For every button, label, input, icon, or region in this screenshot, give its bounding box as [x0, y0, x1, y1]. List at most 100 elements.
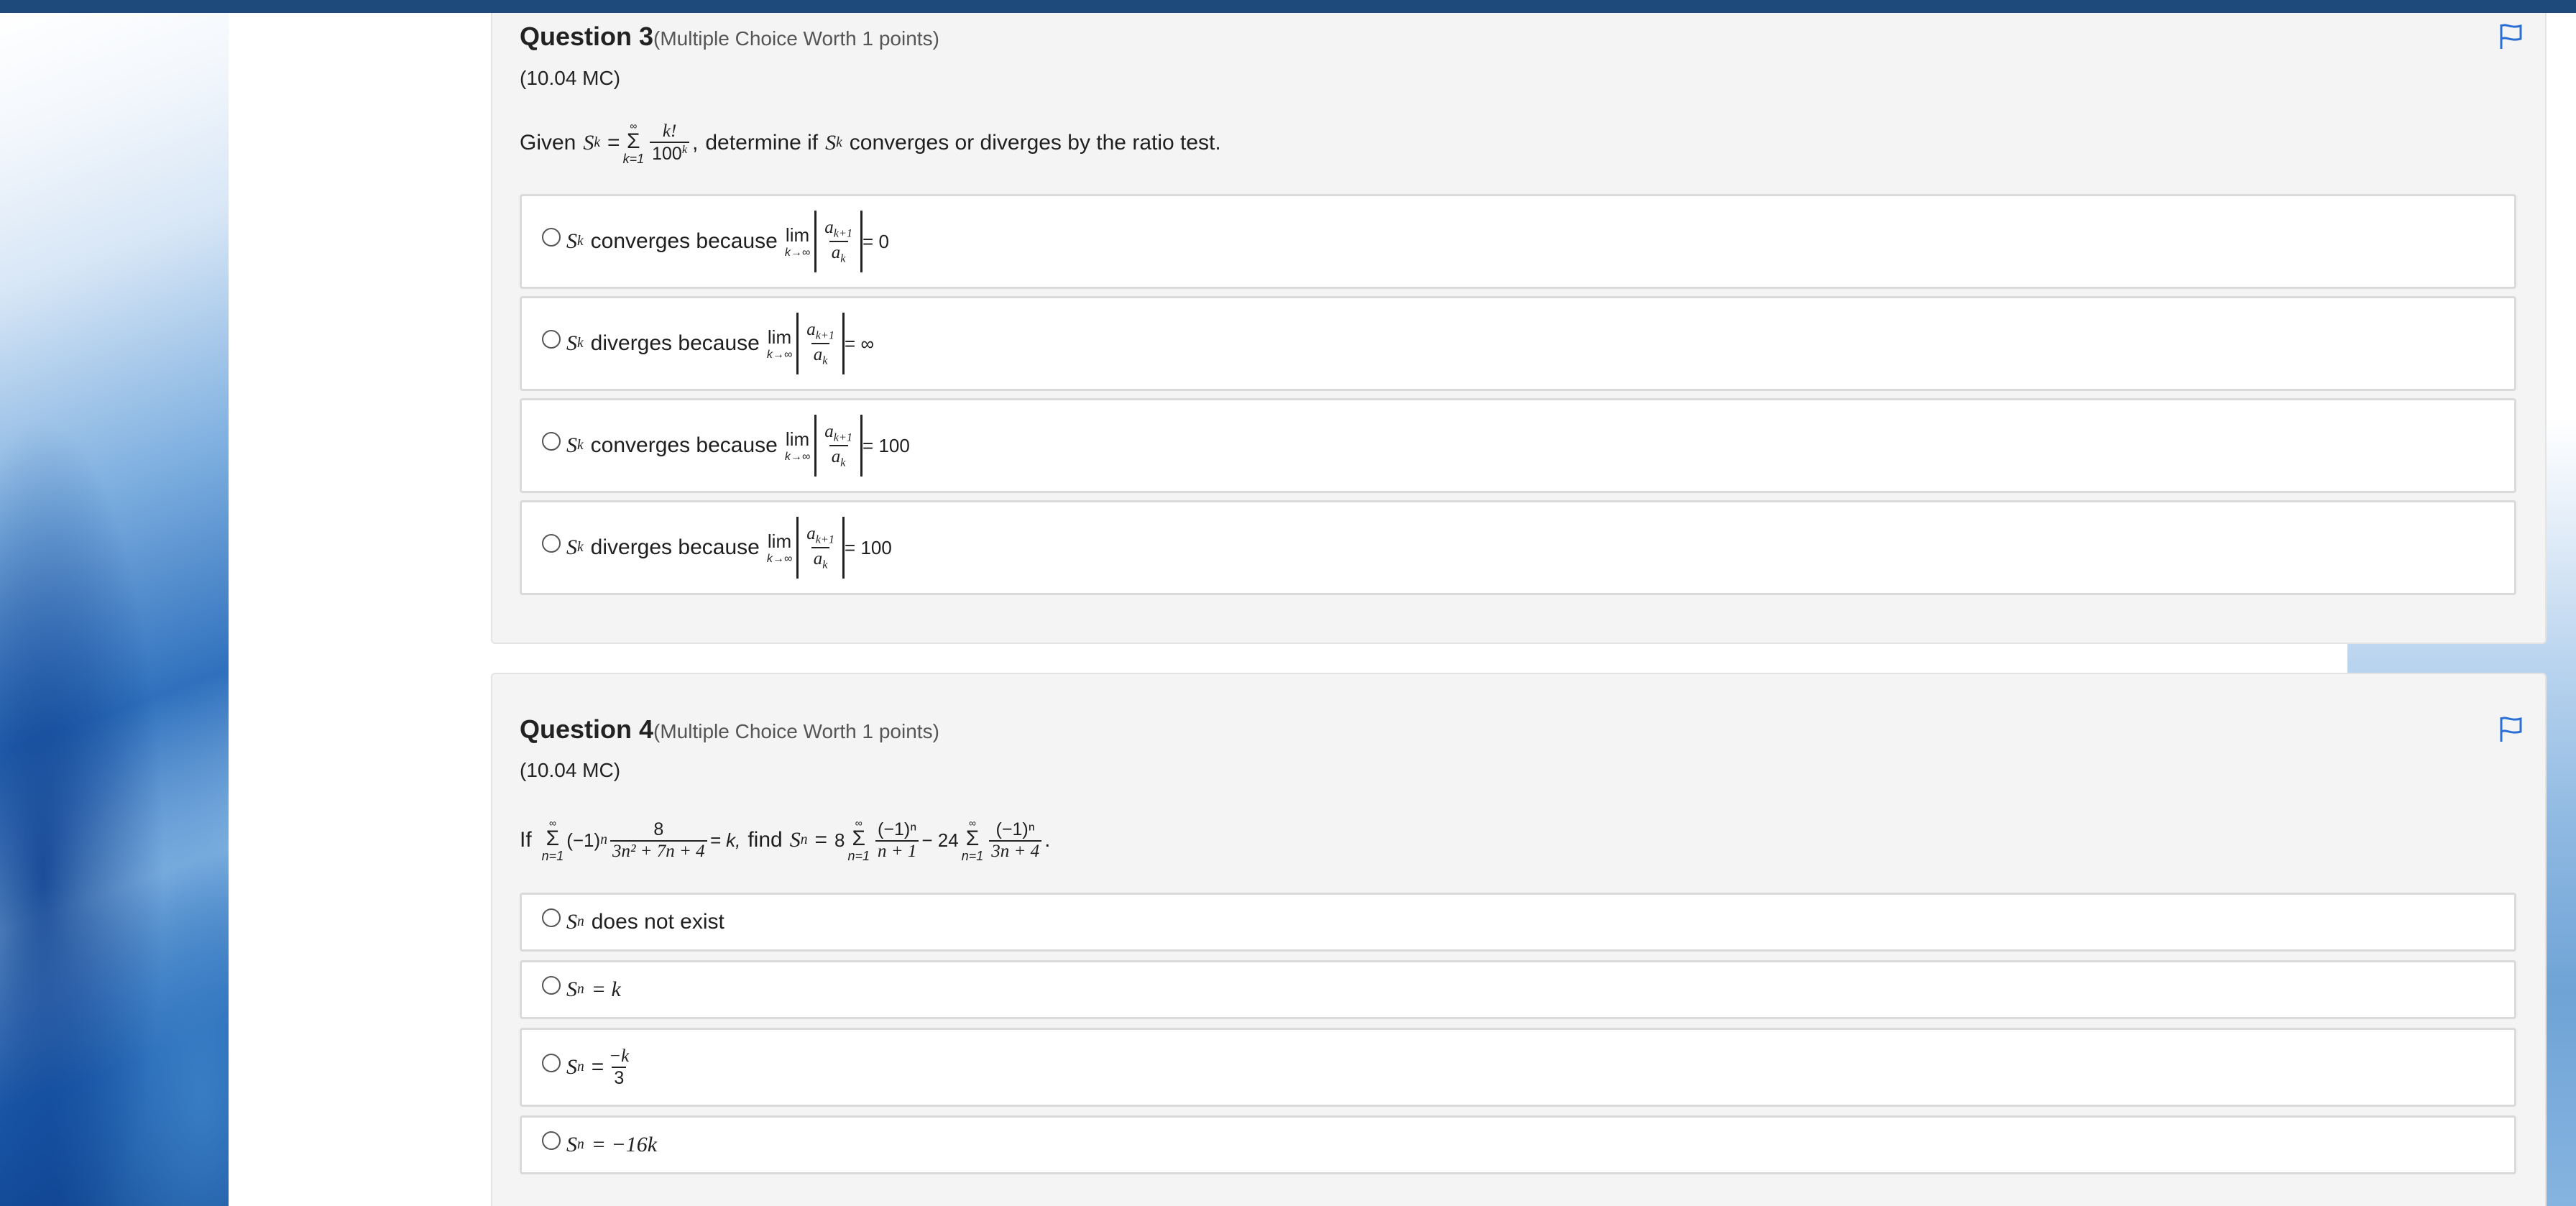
radio-button[interactable] [542, 432, 561, 451]
math-S-2: S [825, 131, 837, 155]
prompt-text-2: determine if [705, 131, 819, 155]
answer-option-3[interactable]: Sk converges because lim k→∞ ak+1 ak = 1… [520, 398, 2516, 493]
answer-option-4[interactable]: Sk diverges because lim k→∞ ak+1 ak = 10… [520, 500, 2516, 595]
math-sub: k [577, 336, 584, 351]
fraction-num: −k [609, 1046, 630, 1066]
option-text: = −16k [591, 1133, 658, 1156]
math-sub: k [577, 234, 584, 249]
ratio: ak+1 ak [822, 217, 855, 265]
math-S: S [566, 977, 577, 1001]
math-eq: = [607, 131, 620, 155]
ratio-num: a [806, 320, 816, 340]
ratio-den-sub: k [822, 558, 828, 571]
ratio-den: a [831, 447, 841, 466]
math-S: S [566, 910, 577, 934]
background-left [0, 13, 229, 1206]
radio-button[interactable] [542, 908, 561, 927]
top-bar [0, 0, 2576, 13]
question-code: (10.04 MC) [520, 67, 621, 89]
absolute-value: ak+1 ak [814, 211, 863, 272]
option-text: does not exist [591, 910, 724, 934]
answer-option-2[interactable]: Sn = k [520, 960, 2516, 1019]
sum-lower: n=1 [541, 849, 564, 863]
coef-8: 8 [834, 829, 845, 851]
lim-word: lim [767, 530, 792, 552]
radio-button[interactable] [542, 330, 561, 349]
option-rhs: = 0 [862, 230, 889, 252]
option-rhs: = 100 [862, 434, 910, 456]
answer-option-1[interactable]: Sn does not exist [520, 893, 2516, 952]
sum-symbol-3: ∞ Σ n=1 [962, 818, 984, 862]
answer-option-1[interactable]: Sk converges because lim k→∞ ak+1 ak = 0 [520, 194, 2516, 289]
question-prompt: If ∞ Σ n=1 (−1) n 8 3n² + 7n + 4 = k, fin… [520, 818, 1050, 862]
radio-button[interactable] [542, 1054, 561, 1072]
sum-symbol-2: ∞ Σ n=1 [847, 818, 870, 862]
lim-word: lim [785, 224, 810, 246]
question-3-card: Question 3 (Multiple Choice Worth 1 poin… [491, 13, 2547, 644]
question-title: Question 4 [520, 714, 654, 744]
ratio-den-sub: k [822, 354, 828, 367]
comma: , [692, 131, 699, 155]
ratio-num-sub: k+1 [815, 533, 835, 546]
sum-lower: n=1 [961, 849, 984, 863]
math-sub: n [577, 982, 584, 997]
content-area: Question 3 (Multiple Choice Worth 1 poin… [229, 13, 2547, 1206]
neg-one: (−1) [566, 829, 601, 851]
option-text: diverges because [590, 535, 760, 559]
math-S: S [789, 828, 801, 852]
lim-under: k→∞ [766, 348, 793, 361]
option-text: converges because [590, 433, 778, 457]
sum-symbol: ∞ Σ k=1 [623, 121, 645, 165]
limit: lim k→∞ [785, 224, 810, 259]
math-S: S [566, 535, 577, 559]
math-eq: = [814, 828, 827, 852]
math-S: S [566, 433, 577, 457]
answer-option-2[interactable]: Sk diverges because lim k→∞ ak+1 ak = ∞ [520, 296, 2516, 391]
ratio: ak+1 ak [804, 319, 837, 367]
question-title: Question 3 [520, 22, 654, 51]
fraction-num: (−1)ⁿ [878, 819, 917, 839]
ratio-num-sub: k+1 [833, 227, 853, 240]
option-text: diverges because [590, 331, 760, 355]
absolute-value: ak+1 ak [796, 517, 845, 579]
lim-under: k→∞ [766, 552, 793, 565]
equals-k: = k, [709, 829, 741, 851]
answer-option-3[interactable]: Sn = −k 3 [520, 1028, 2516, 1107]
question-3-header: Question 3 (Multiple Choice Worth 1 poin… [520, 22, 939, 52]
math-sub: k [577, 438, 584, 453]
fraction-num: (−1)ⁿ [995, 819, 1035, 839]
absolute-value: ak+1 ak [814, 415, 863, 477]
ratio-num: a [824, 218, 834, 238]
question-code: (10.04 MC) [520, 759, 621, 781]
math-S: S [566, 1133, 577, 1156]
ratio: ak+1 ak [822, 421, 855, 469]
math-sub: n [577, 1137, 584, 1152]
radio-button[interactable] [542, 228, 561, 247]
sum-symbol: ∞ Σ n=1 [542, 818, 564, 862]
limit: lim k→∞ [767, 530, 792, 566]
fraction-num: 8 [653, 819, 664, 839]
minus-24: − 24 [921, 829, 959, 851]
sum-sigma: Σ [965, 827, 980, 850]
lim-word: lim [785, 428, 810, 450]
fraction-num: k! [662, 121, 677, 142]
lim-under: k→∞ [784, 450, 811, 463]
math-sub: n [577, 1059, 584, 1074]
flag-icon[interactable] [2496, 714, 2525, 743]
option-rhs: = ∞ [845, 332, 874, 354]
math-sub: k [577, 540, 584, 555]
ratio-den: a [813, 549, 823, 569]
sum-sigma: Σ [546, 827, 560, 850]
ratio-num: a [806, 524, 816, 544]
absolute-value: ak+1 ak [796, 313, 845, 374]
radio-button[interactable] [542, 976, 561, 995]
answer-option-4[interactable]: Sn = −16k [520, 1115, 2516, 1174]
radio-button[interactable] [542, 534, 561, 553]
lim-word: lim [767, 326, 792, 348]
sum-sigma: Σ [852, 827, 865, 850]
radio-button[interactable] [542, 1131, 561, 1150]
fraction-2: (−1)ⁿ n + 1 [875, 819, 919, 862]
flag-icon[interactable] [2496, 22, 2525, 50]
ratio-num-sub: k+1 [833, 431, 853, 444]
ratio-den: a [813, 345, 823, 364]
